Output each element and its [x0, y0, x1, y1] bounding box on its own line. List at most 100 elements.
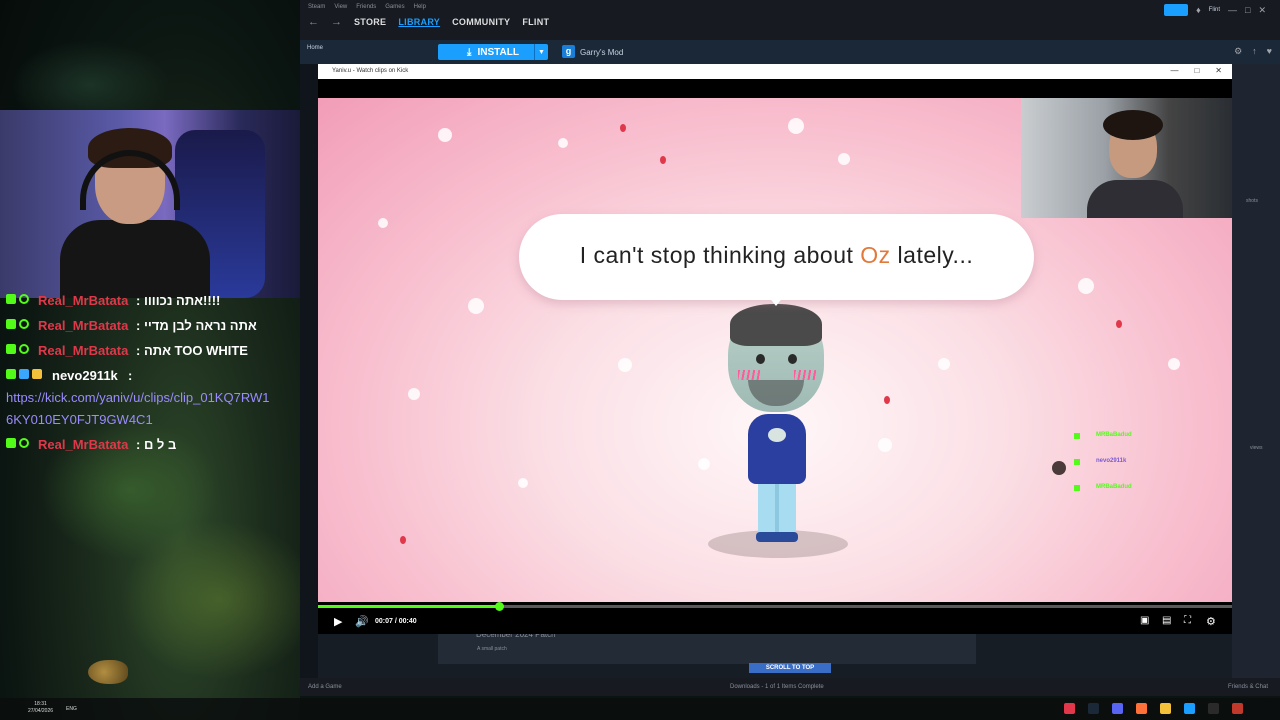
folder-icon[interactable]	[1160, 703, 1171, 714]
chat-message: Real_MrBatata : אתה נראה לבן מדיי	[0, 315, 300, 340]
miniplayer-icon[interactable]: ▤	[1162, 615, 1171, 626]
clip-player-window: Yaniv.u - Watch clips on Kick — □ ✕ I ca…	[318, 64, 1232, 634]
clip-chat-overlay: MRBaBadud nevo2911k MRBaBadud	[1052, 431, 1232, 509]
speech-highlight-name: Oz	[860, 242, 891, 268]
chat-message: nevo2911k :	[0, 365, 300, 390]
menu-view[interactable]: View	[334, 4, 347, 10]
app-icon[interactable]	[1184, 703, 1195, 714]
player-controls: ▶ 🔊 00:07 / 00:40 ▣ ▤ ⛶ ⚙	[318, 612, 1232, 634]
time-display: 00:07 / 00:40	[375, 618, 417, 625]
chat-username: Real_MrBatata	[38, 437, 129, 452]
chat-link[interactable]: 6KY010EY0FJT9GW4C1	[0, 412, 300, 434]
progress-fill	[318, 605, 499, 608]
account-menu[interactable]: Flint	[1209, 7, 1220, 13]
scroll-to-top-button[interactable]: SCROLL TO TOP	[749, 663, 831, 673]
progress-handle[interactable]	[494, 602, 504, 611]
taskbar-clock[interactable]: 18:31 27/04/2026	[28, 701, 53, 715]
game-name[interactable]: Garry's Mod	[580, 48, 623, 57]
menu-friends[interactable]: Friends	[356, 4, 376, 10]
tab-store[interactable]: STORE	[354, 17, 386, 27]
stream-chat: Real_MrBatata : אתה נכוווו!!!! Real_MrBa…	[0, 290, 300, 459]
minimize-icon[interactable]: —	[1228, 5, 1237, 15]
recording-app-icon[interactable]	[1064, 703, 1075, 714]
chat-link[interactable]: https://kick.com/yaniv/u/clips/clip_01KQ…	[0, 390, 300, 412]
steam-icon[interactable]	[1088, 703, 1099, 714]
chat-text: : ב ל ם	[136, 437, 177, 452]
volume-icon[interactable]: 🔊	[355, 615, 369, 628]
play-icon[interactable]: ▶	[334, 615, 342, 628]
add-game-button[interactable]: Add a Game	[308, 684, 342, 690]
app-icon[interactable]	[1232, 703, 1243, 714]
menu-help[interactable]: Help	[414, 4, 426, 10]
screen: Real_MrBatata : אתה נכוווו!!!! Real_MrBa…	[0, 0, 1280, 720]
steam-nav: ← → STORE LIBRARY COMMUNITY FLINT	[308, 16, 549, 28]
forward-arrow-icon[interactable]: →	[331, 16, 342, 28]
player-titlebar: Yaniv.u - Watch clips on Kick — □ ✕	[318, 64, 1232, 79]
progress-bar[interactable]	[318, 605, 1232, 608]
theater-mode-icon[interactable]: ▣	[1140, 615, 1149, 626]
chat-message: Real_MrBatata : ב ל ם	[0, 434, 300, 459]
reviews-label: views	[1250, 445, 1263, 451]
chat-text: : אתה נכוווו!!!!	[136, 293, 221, 308]
video-frame[interactable]: I can't stop thinking about Oz lately...…	[318, 98, 1232, 602]
gear-icon[interactable]: ⚙	[1234, 46, 1242, 57]
taskbar-apps	[1064, 703, 1243, 714]
chat-username: Real_MrBatata	[38, 318, 129, 333]
terminal-icon[interactable]	[1208, 703, 1219, 714]
patch-subtitle: A small patch	[477, 646, 507, 652]
clip-chat-message: nevo2911k	[1052, 457, 1232, 483]
back-arrow-icon[interactable]: ←	[308, 16, 319, 28]
fullscreen-icon[interactable]: ⛶	[1184, 615, 1191, 626]
heart-icon[interactable]: ♥	[1267, 46, 1272, 57]
broadcast-button[interactable]	[1164, 4, 1189, 16]
taskbar: 18:31 27/04/2026 ENG	[0, 698, 1280, 720]
friends-chat-button[interactable]: Friends & Chat	[1228, 684, 1268, 690]
menu-games[interactable]: Games	[385, 4, 404, 10]
steam-menu: Steam View Friends Games Help	[308, 4, 426, 10]
home-link[interactable]: Home	[307, 45, 323, 51]
chat-text: :	[128, 368, 133, 383]
screenshots-label: shots	[1246, 198, 1258, 204]
speech-bubble: I can't stop thinking about Oz lately...	[519, 214, 1034, 300]
clip-chat-username: MRBaBadud	[1096, 484, 1132, 490]
steam-library-sidebar[interactable]	[300, 64, 318, 684]
language-indicator[interactable]: ENG	[66, 706, 77, 712]
steam-top-right: ♦ Flint — □ ✕	[1164, 4, 1266, 16]
firefox-icon[interactable]	[1136, 703, 1147, 714]
chat-text: : אתה TOO WHITE	[136, 343, 248, 358]
download-icon: ⤓	[467, 46, 472, 58]
speech-text: I can't stop thinking about Oz lately...	[579, 242, 974, 268]
close-icon[interactable]: ✕	[1215, 66, 1222, 75]
chat-text: : אתה נראה לבן מדיי	[136, 318, 257, 333]
settings-icon[interactable]: ⚙	[1206, 615, 1216, 628]
clip-chat-username: nevo2911k	[1096, 458, 1127, 464]
chat-username: Real_MrBatata	[38, 293, 129, 308]
discord-icon[interactable]	[1112, 703, 1123, 714]
install-button[interactable]: ⤓ INSTALL	[438, 44, 548, 60]
player-window-title: Yaniv.u - Watch clips on Kick	[332, 68, 409, 74]
steam-game-bar: Home ⤓ INSTALL ▼ g Garry's Mod ⚙ ↑ ♥	[300, 40, 1280, 64]
install-dropdown-button[interactable]: ▼	[534, 44, 548, 60]
clip-facecam	[1021, 98, 1232, 218]
clip-chat-message: MRBaBadud	[1052, 431, 1232, 457]
minimize-icon[interactable]: —	[1170, 66, 1178, 75]
tab-profile[interactable]: FLINT	[522, 17, 549, 27]
chat-message: Real_MrBatata : אתה נכוווו!!!!	[0, 290, 300, 315]
streamer-webcam	[0, 110, 300, 298]
fish-decoration	[88, 660, 128, 684]
steam-titlebar: Steam View Friends Games Help ← → STORE …	[300, 0, 1280, 40]
tab-community[interactable]: COMMUNITY	[452, 17, 510, 27]
maximize-icon[interactable]: □	[1194, 66, 1199, 75]
steam-right-panel	[1232, 64, 1280, 684]
chat-username: nevo2911k	[52, 368, 118, 383]
clip-chat-username: MRBaBadud	[1096, 432, 1132, 438]
bell-icon[interactable]: ♦	[1196, 5, 1201, 15]
maximize-icon[interactable]: □	[1245, 5, 1250, 15]
close-icon[interactable]: ✕	[1258, 5, 1266, 16]
game-icon: g	[562, 45, 575, 58]
tab-library[interactable]: LIBRARY	[398, 17, 440, 27]
downloads-status[interactable]: Downloads - 1 of 1 Items Complete	[730, 684, 824, 690]
steam-statusbar: Add a Game Downloads - 1 of 1 Items Comp…	[300, 678, 1280, 696]
menu-steam[interactable]: Steam	[308, 4, 325, 10]
upload-icon[interactable]: ↑	[1252, 46, 1257, 57]
